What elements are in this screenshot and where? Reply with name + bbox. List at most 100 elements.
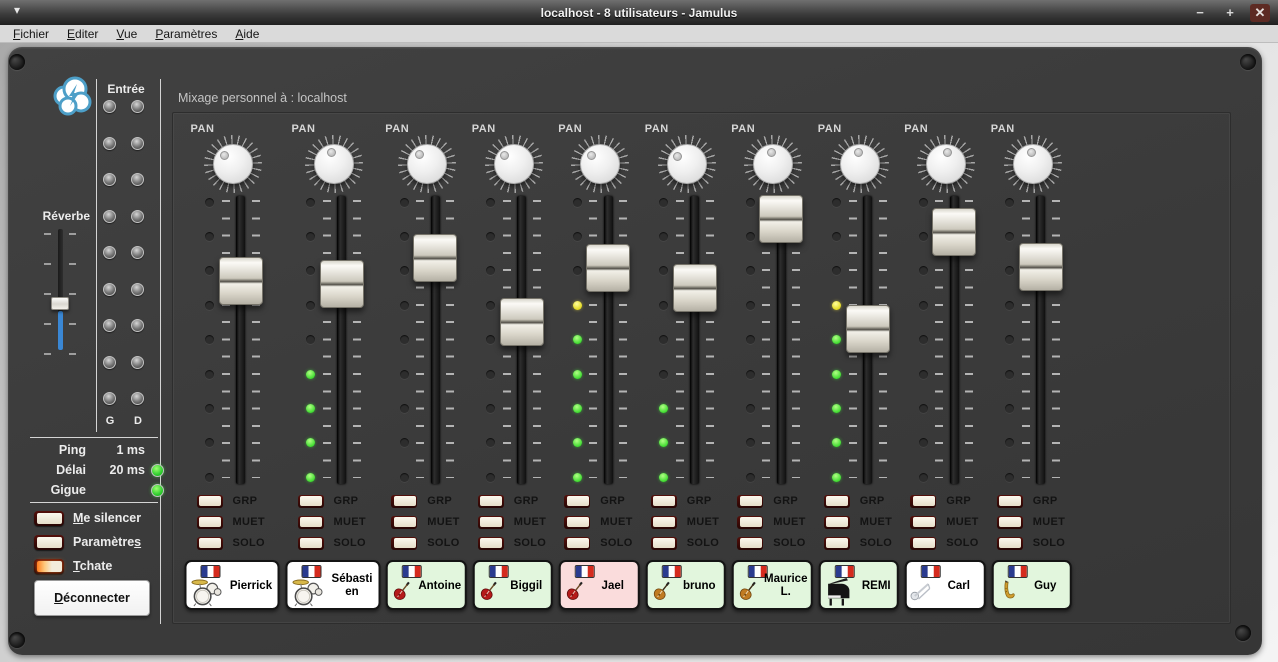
minimize-button[interactable]: − — [1190, 4, 1210, 22]
pan-knob[interactable] — [744, 135, 802, 193]
group-button[interactable] — [564, 495, 590, 508]
led-face — [480, 517, 502, 527]
group-button[interactable] — [737, 495, 763, 508]
fader-track[interactable] — [1036, 196, 1045, 484]
solo-button[interactable] — [478, 537, 504, 550]
menubar: FichierEditerVueParamètresAide — [0, 25, 1278, 43]
fader-handle[interactable] — [320, 260, 364, 308]
settings-button[interactable] — [34, 535, 64, 550]
menu-item-paramtres[interactable]: Paramètres — [146, 25, 226, 43]
solo-button[interactable] — [298, 537, 324, 550]
group-button[interactable] — [478, 495, 504, 508]
mute-button[interactable] — [737, 516, 763, 529]
solo-button[interactable] — [997, 537, 1023, 550]
channel-core: PANGRPMUETSOLO — [643, 117, 729, 560]
mute-button-label: MUET — [427, 516, 459, 528]
menu-item-vue[interactable]: Vue — [107, 25, 146, 43]
meter-led — [746, 198, 755, 207]
menu-item-aide[interactable]: Aide — [226, 25, 268, 43]
fader-handle[interactable] — [673, 264, 717, 312]
fader-track[interactable] — [337, 196, 346, 484]
pan-knob[interactable] — [204, 135, 262, 193]
group-button[interactable] — [910, 495, 936, 508]
status-label: Ping — [28, 443, 86, 457]
solo-button[interactable] — [564, 537, 590, 550]
fader-handle[interactable] — [846, 305, 890, 353]
pan-knob[interactable] — [831, 135, 889, 193]
solo-button[interactable] — [391, 537, 417, 550]
meter-led — [1005, 370, 1014, 379]
fader-handle[interactable] — [500, 298, 544, 346]
fader-handle[interactable] — [586, 244, 630, 292]
meter-led — [659, 301, 668, 310]
jamulus-logo-icon — [48, 74, 96, 124]
meter-led — [746, 370, 755, 379]
mute-button[interactable] — [197, 516, 223, 529]
mute-button[interactable] — [651, 516, 677, 529]
pan-knob[interactable] — [1004, 135, 1062, 193]
channel-button-row: GRP — [189, 494, 275, 508]
maximize-button[interactable]: + — [1220, 4, 1240, 22]
mute-myself-button[interactable] — [34, 511, 64, 526]
chat-button[interactable] — [34, 559, 64, 574]
mute-button[interactable] — [564, 516, 590, 529]
solo-button-label: SOLO — [860, 537, 892, 549]
led-face — [37, 561, 62, 572]
pan-knob[interactable] — [917, 135, 975, 193]
pan-knob[interactable] — [485, 135, 543, 193]
fader-track[interactable] — [604, 196, 613, 484]
fader-track[interactable] — [690, 196, 699, 484]
mute-button[interactable] — [997, 516, 1023, 529]
window-menu-icon[interactable]: ▾ — [14, 3, 20, 17]
fader-zone — [989, 194, 1075, 484]
solo-button[interactable] — [910, 537, 936, 550]
group-button[interactable] — [651, 495, 677, 508]
close-button[interactable]: ✕ — [1250, 4, 1270, 22]
fader-track[interactable] — [236, 196, 245, 484]
mute-button[interactable] — [478, 516, 504, 529]
channel-button-row: GRP — [989, 494, 1075, 508]
menu-item-editer[interactable]: Editer — [58, 25, 107, 43]
meter-led — [400, 232, 409, 241]
status-row: Gigue — [28, 480, 164, 500]
jamulus-window: ▾ localhost - 8 utilisateurs - Jamulus −… — [0, 0, 1278, 662]
settings-button-label: Paramètres — [73, 535, 141, 549]
input-level-led — [131, 173, 144, 186]
channel-button-row: SOLO — [643, 536, 729, 550]
channel-button-row: GRP — [643, 494, 729, 508]
group-button[interactable] — [997, 495, 1023, 508]
pan-knob[interactable] — [305, 135, 363, 193]
mute-button[interactable] — [910, 516, 936, 529]
mute-button[interactable] — [298, 516, 324, 529]
channel-name: Biggil — [505, 564, 549, 608]
disconnect-button[interactable]: Déconnecter — [34, 580, 150, 616]
fader-handle[interactable] — [413, 234, 457, 282]
meter-led — [486, 301, 495, 310]
fader-handle[interactable] — [759, 195, 803, 243]
group-button[interactable] — [197, 495, 223, 508]
channel-nameplate: Sébastien — [285, 560, 380, 610]
group-button[interactable] — [298, 495, 324, 508]
channel-button-row: MUET — [816, 515, 902, 529]
pan-label: PAN — [645, 123, 669, 135]
solo-button[interactable] — [197, 537, 223, 550]
meter-led — [486, 198, 495, 207]
mute-button[interactable] — [824, 516, 850, 529]
led-face — [740, 496, 762, 506]
group-button[interactable] — [391, 495, 417, 508]
group-button[interactable] — [824, 495, 850, 508]
reverb-fader-handle[interactable] — [51, 297, 69, 310]
fader-handle[interactable] — [1019, 243, 1063, 291]
pan-knob[interactable] — [658, 135, 716, 193]
fader-handle[interactable] — [932, 208, 976, 256]
solo-button[interactable] — [737, 537, 763, 550]
menu-item-fichier[interactable]: Fichier — [4, 25, 58, 43]
solo-button[interactable] — [651, 537, 677, 550]
piano-icon — [823, 576, 855, 607]
pan-knob[interactable] — [398, 135, 456, 193]
fader-handle[interactable] — [219, 257, 263, 305]
mute-button[interactable] — [391, 516, 417, 529]
solo-button[interactable] — [824, 537, 850, 550]
led-face — [653, 517, 675, 527]
pan-knob[interactable] — [571, 135, 629, 193]
